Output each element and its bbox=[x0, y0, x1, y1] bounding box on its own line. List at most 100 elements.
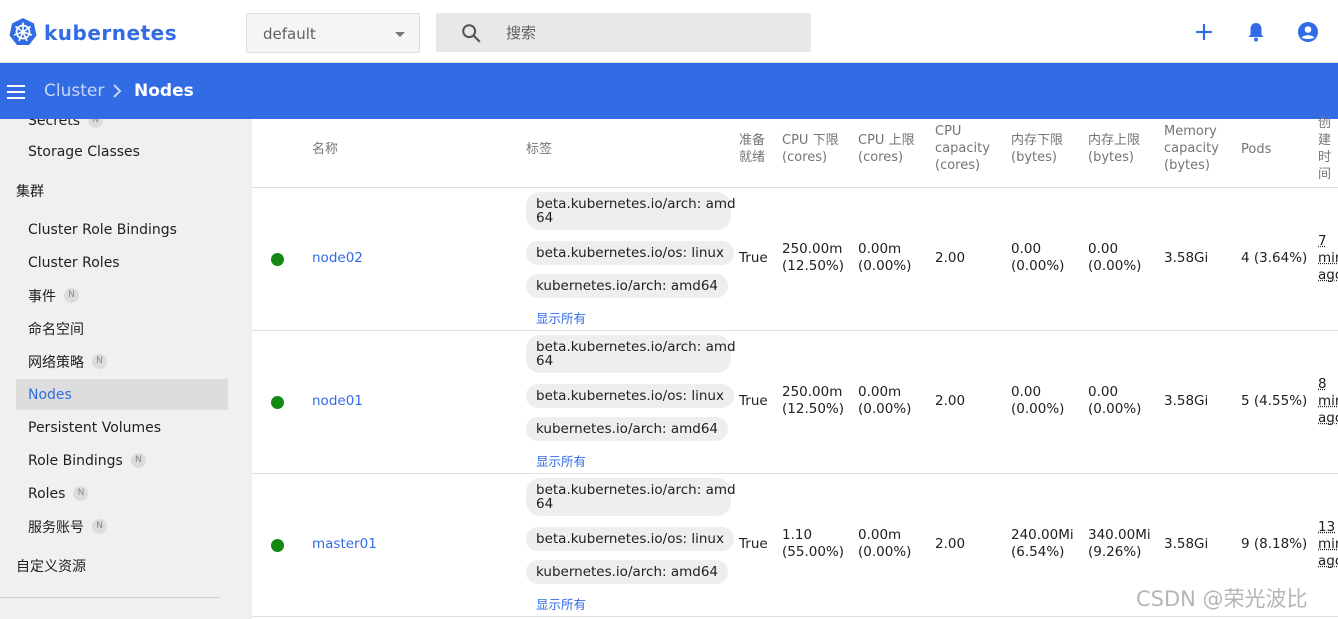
brand-name[interactable]: kubernetes bbox=[44, 21, 177, 45]
label-chip: kubernetes.io/arch: amd64 bbox=[526, 274, 729, 298]
label-chip: beta.kubernetes.io/os: linux bbox=[526, 241, 734, 265]
sidebar-item-cluster-role-bindings[interactable]: Cluster Role Bindings bbox=[16, 214, 228, 245]
sidebar: Secrets N Storage Classes 集群 Cluster Rol… bbox=[0, 119, 252, 619]
add-icon[interactable] bbox=[1192, 20, 1216, 44]
sidebar-section-label: 自定义资源 bbox=[16, 558, 86, 575]
label-chip: beta.kubernetes.io/arch: amd 64 bbox=[526, 335, 736, 373]
sidebar-item-label: 命名空间 bbox=[28, 321, 84, 338]
sidebar-item-label: Nodes bbox=[28, 386, 72, 403]
show-all-labels-link[interactable]: 显示所有 bbox=[536, 308, 586, 327]
row-divider bbox=[252, 473, 1338, 474]
memory-capacity-value: 3.58Gi bbox=[1164, 250, 1209, 266]
search-input[interactable] bbox=[506, 22, 796, 44]
show-all-labels-link[interactable]: 显示所有 bbox=[536, 594, 586, 613]
sidebar-section-label: 集群 bbox=[16, 183, 44, 200]
sidebar-item-storage-classes[interactable]: Storage Classes bbox=[16, 136, 228, 167]
memory-capacity-value: 3.58Gi bbox=[1164, 393, 1209, 409]
new-badge: N bbox=[73, 486, 89, 501]
column-header-name[interactable]: 名称 bbox=[312, 141, 338, 158]
new-badge: N bbox=[64, 288, 79, 303]
namespace-select[interactable]: default bbox=[246, 13, 420, 53]
ready-value: True bbox=[739, 250, 768, 266]
label-chip: kubernetes.io/arch: amd64 bbox=[526, 560, 729, 584]
row-divider bbox=[252, 187, 1338, 188]
sidebar-item-service-accounts[interactable]: 服务账号 N bbox=[16, 511, 228, 542]
memory-requests-value: 0.00 (0.00%) bbox=[1011, 241, 1065, 274]
account-icon[interactable] bbox=[1296, 20, 1320, 44]
cpu-requests-value: 250.00m (12.50%) bbox=[782, 241, 845, 274]
sidebar-item-label: 事件 bbox=[28, 288, 56, 305]
label-chip: kubernetes.io/arch: amd64 bbox=[526, 417, 729, 441]
column-header-cpu-capacity: CPU capacity (cores) bbox=[935, 124, 990, 173]
chevron-right-icon bbox=[113, 84, 122, 98]
sidebar-section-cluster: 集群 bbox=[16, 175, 228, 206]
search-icon bbox=[462, 24, 481, 43]
pods-value: 9 (8.18%) bbox=[1241, 536, 1308, 552]
sidebar-item-cluster-roles[interactable]: Cluster Roles bbox=[16, 247, 228, 278]
column-header-created[interactable]: 创 建 时 间 bbox=[1318, 115, 1338, 183]
column-header-ready: 准备 就绪 bbox=[739, 133, 766, 165]
column-header-memory-requests: 内存下限 (bytes) bbox=[1011, 133, 1064, 165]
sidebar-item-role-bindings[interactable]: Role Bindings N bbox=[16, 445, 228, 476]
memory-limits-value: 0.00 (0.00%) bbox=[1088, 384, 1142, 417]
sidebar-item-persistent-volumes[interactable]: Persistent Volumes bbox=[16, 412, 228, 443]
kubernetes-logo-icon[interactable] bbox=[8, 17, 38, 47]
watermark: CSDN @荣光波比 bbox=[1136, 587, 1308, 611]
column-header-pods: Pods bbox=[1241, 142, 1272, 157]
column-header-labels: 标签 bbox=[526, 142, 553, 157]
created-age: 7 min ago bbox=[1318, 233, 1338, 283]
breadcrumb-cluster[interactable]: Cluster bbox=[44, 81, 104, 101]
memory-limits-value: 0.00 (0.00%) bbox=[1088, 241, 1142, 274]
memory-requests-value: 240.00Mi (6.54%) bbox=[1011, 527, 1074, 560]
column-header-cpu-requests: CPU 下限 (cores) bbox=[782, 133, 839, 165]
row-divider bbox=[252, 616, 1338, 617]
memory-requests-value: 0.00 (0.00%) bbox=[1011, 384, 1065, 417]
created-age: 13 min ago bbox=[1318, 519, 1338, 569]
node-name-link[interactable]: node02 bbox=[312, 250, 363, 267]
sidebar-item-secrets[interactable]: Secrets N bbox=[16, 119, 228, 136]
cpu-requests-value: 1.10 (55.00%) bbox=[782, 527, 845, 560]
sidebar-item-events[interactable]: 事件 N bbox=[16, 280, 228, 311]
cpu-capacity-value: 2.00 bbox=[935, 536, 966, 552]
label-chip: beta.kubernetes.io/os: linux bbox=[526, 527, 734, 551]
sidebar-item-network-policies[interactable]: 网络策略 N bbox=[16, 346, 228, 377]
column-header-memory-capacity: Memory capacity (bytes) bbox=[1164, 124, 1219, 173]
label-chip: beta.kubernetes.io/os: linux bbox=[526, 384, 734, 408]
sidebar-item-custom-resources[interactable]: 自定义资源 bbox=[16, 550, 228, 581]
new-badge: N bbox=[92, 354, 107, 369]
sidebar-item-label: Cluster Roles bbox=[28, 254, 120, 271]
new-badge: N bbox=[88, 119, 104, 128]
node-name-link[interactable]: master01 bbox=[312, 536, 377, 553]
ready-value: True bbox=[739, 393, 768, 409]
search-bar bbox=[436, 13, 811, 52]
sidebar-item-namespaces[interactable]: 命名空间 bbox=[16, 313, 228, 344]
sidebar-item-roles[interactable]: Roles N bbox=[16, 478, 228, 509]
new-badge: N bbox=[130, 453, 146, 468]
cpu-limits-value: 0.00m (0.00%) bbox=[858, 241, 912, 274]
notifications-icon[interactable] bbox=[1244, 20, 1268, 44]
caret-down-icon bbox=[395, 32, 405, 37]
ready-value: True bbox=[739, 536, 768, 552]
sidebar-item-label: 服务账号 bbox=[28, 519, 84, 536]
cpu-capacity-value: 2.00 bbox=[935, 250, 966, 266]
pods-value: 4 (3.64%) bbox=[1241, 250, 1308, 266]
node-name-link[interactable]: node01 bbox=[312, 393, 363, 410]
status-ready-icon bbox=[271, 396, 284, 409]
label-chip: beta.kubernetes.io/arch: amd 64 bbox=[526, 478, 736, 516]
sidebar-item-nodes[interactable]: Nodes bbox=[16, 379, 228, 410]
sidebar-item-label: Role Bindings bbox=[28, 452, 123, 469]
show-all-labels-link[interactable]: 显示所有 bbox=[536, 451, 586, 470]
cpu-limits-value: 0.00m (0.00%) bbox=[858, 527, 912, 560]
sidebar-item-label: Storage Classes bbox=[28, 143, 140, 160]
app-bar: Cluster Nodes bbox=[0, 63, 1338, 119]
row-divider bbox=[252, 330, 1338, 331]
sidebar-item-label: Persistent Volumes bbox=[28, 419, 162, 436]
column-header-memory-limits: 内存上限 (bytes) bbox=[1088, 133, 1141, 165]
memory-limits-value: 340.00Mi (9.26%) bbox=[1088, 527, 1151, 560]
sidebar-item-label: Roles bbox=[28, 485, 66, 502]
label-chip: beta.kubernetes.io/arch: amd 64 bbox=[526, 192, 736, 230]
menu-icon[interactable] bbox=[6, 81, 28, 103]
nodes-table: 名称 标签 准备 就绪 CPU 下限 (cores) CPU 上限 (cores… bbox=[252, 116, 1338, 619]
cpu-limits-value: 0.00m (0.00%) bbox=[858, 384, 912, 417]
sidebar-item-label: Cluster Role Bindings bbox=[28, 221, 177, 238]
